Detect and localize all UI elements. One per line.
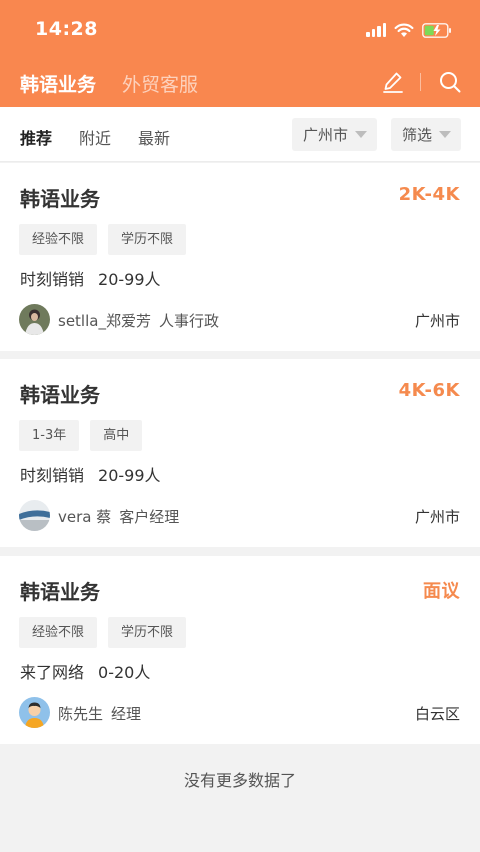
job-card[interactable]: 韩语业务 2K-4K 经验不限 学历不限 时刻销销 20-99人 setlla_郑… — [0, 163, 480, 351]
job-location: 白云区 — [414, 705, 460, 723]
recruiter-name: vera 蔡 — [58, 508, 112, 526]
job-title: 韩语业务 — [20, 580, 100, 604]
company-info: 来了网络 0-20人 — [20, 659, 150, 683]
recruiter-avatar — [19, 304, 50, 335]
wifi-icon — [394, 23, 414, 38]
recruiter-avatar — [19, 697, 50, 728]
filter-dropdown[interactable]: 筛选 — [391, 118, 461, 151]
company-size: 0-20人 — [98, 663, 151, 682]
job-location: 广州市 — [414, 508, 460, 526]
search-icon[interactable] — [438, 70, 462, 94]
company-size: 20-99人 — [98, 466, 161, 485]
job-tag: 经验不限 — [19, 224, 98, 255]
job-tag: 1-3年 — [19, 420, 80, 451]
company-info: 时刻销销 20-99人 — [20, 462, 161, 486]
filter-bar: 推荐 附近 最新 广州市 筛选 — [0, 107, 480, 162]
edit-icon[interactable] — [381, 70, 405, 94]
recruiter-role: 客户经理 — [119, 508, 180, 526]
status-bar: 14:28 — [0, 0, 480, 60]
job-title: 韩语业务 — [20, 187, 100, 211]
job-tag: 经验不限 — [19, 617, 98, 648]
chevron-down-icon — [439, 131, 452, 138]
company-name: 来了网络 — [20, 663, 85, 682]
city-dropdown-label: 广州市 — [303, 126, 349, 144]
recruiter-name: 陈先生 — [58, 705, 104, 723]
company-name: 时刻销销 — [20, 270, 85, 289]
app-header: 14:28 韩语业务 外贸客服 — [0, 0, 480, 107]
recruiter-name: setlla_郑爱芳 — [58, 312, 151, 330]
job-location: 广州市 — [414, 312, 460, 330]
job-tags: 经验不限 学历不限 — [19, 617, 187, 648]
city-dropdown[interactable]: 广州市 — [292, 118, 377, 151]
recruiter-role: 经理 — [111, 705, 142, 723]
header-divider — [420, 73, 421, 91]
recruiter-role: 人事行政 — [158, 312, 219, 330]
header-tab-row: 韩语业务 外贸客服 — [0, 60, 480, 107]
status-icons — [366, 21, 452, 39]
recruiter-info: vera 蔡客户经理 — [58, 506, 179, 527]
filter-dropdown-label: 筛选 — [402, 126, 433, 144]
tab-latest[interactable]: 最新 — [138, 125, 170, 149]
job-salary: 4K-6K — [398, 380, 460, 401]
job-salary: 2K-4K — [398, 184, 460, 205]
signal-icon — [366, 23, 386, 37]
job-tag: 学历不限 — [108, 224, 187, 255]
battery-charging-icon — [422, 22, 452, 38]
job-card[interactable]: 韩语业务 4K-6K 1-3年 高中 时刻销销 20-99人 vera 蔡客户经理… — [0, 359, 480, 547]
job-card[interactable]: 韩语业务 面议 经验不限 学历不限 来了网络 0-20人 陈先生 经理 白云区 — [0, 556, 480, 744]
company-name: 时刻销销 — [20, 466, 85, 485]
recruiter-avatar — [19, 500, 50, 531]
job-tags: 1-3年 高中 — [19, 420, 143, 451]
chevron-down-icon — [355, 131, 368, 138]
company-info: 时刻销销 20-99人 — [20, 266, 161, 290]
company-size: 20-99人 — [98, 270, 161, 289]
job-tag: 高中 — [90, 420, 143, 451]
recruiter-info: setlla_郑爱芳 人事行政 — [58, 310, 219, 331]
status-time: 14:28 — [35, 18, 98, 40]
header-tab-korean-business[interactable]: 韩语业务 — [20, 70, 96, 97]
tab-nearby[interactable]: 附近 — [79, 125, 111, 149]
job-salary: 面议 — [423, 581, 460, 602]
recruiter-info: 陈先生 经理 — [58, 703, 141, 724]
job-tag: 学历不限 — [108, 617, 187, 648]
job-tags: 经验不限 学历不限 — [19, 224, 187, 255]
no-more-data-text: 没有更多数据了 — [183, 771, 296, 790]
job-title: 韩语业务 — [20, 383, 100, 407]
header-tab-trade-service[interactable]: 外贸客服 — [122, 70, 198, 97]
tab-recommended[interactable]: 推荐 — [20, 125, 52, 149]
